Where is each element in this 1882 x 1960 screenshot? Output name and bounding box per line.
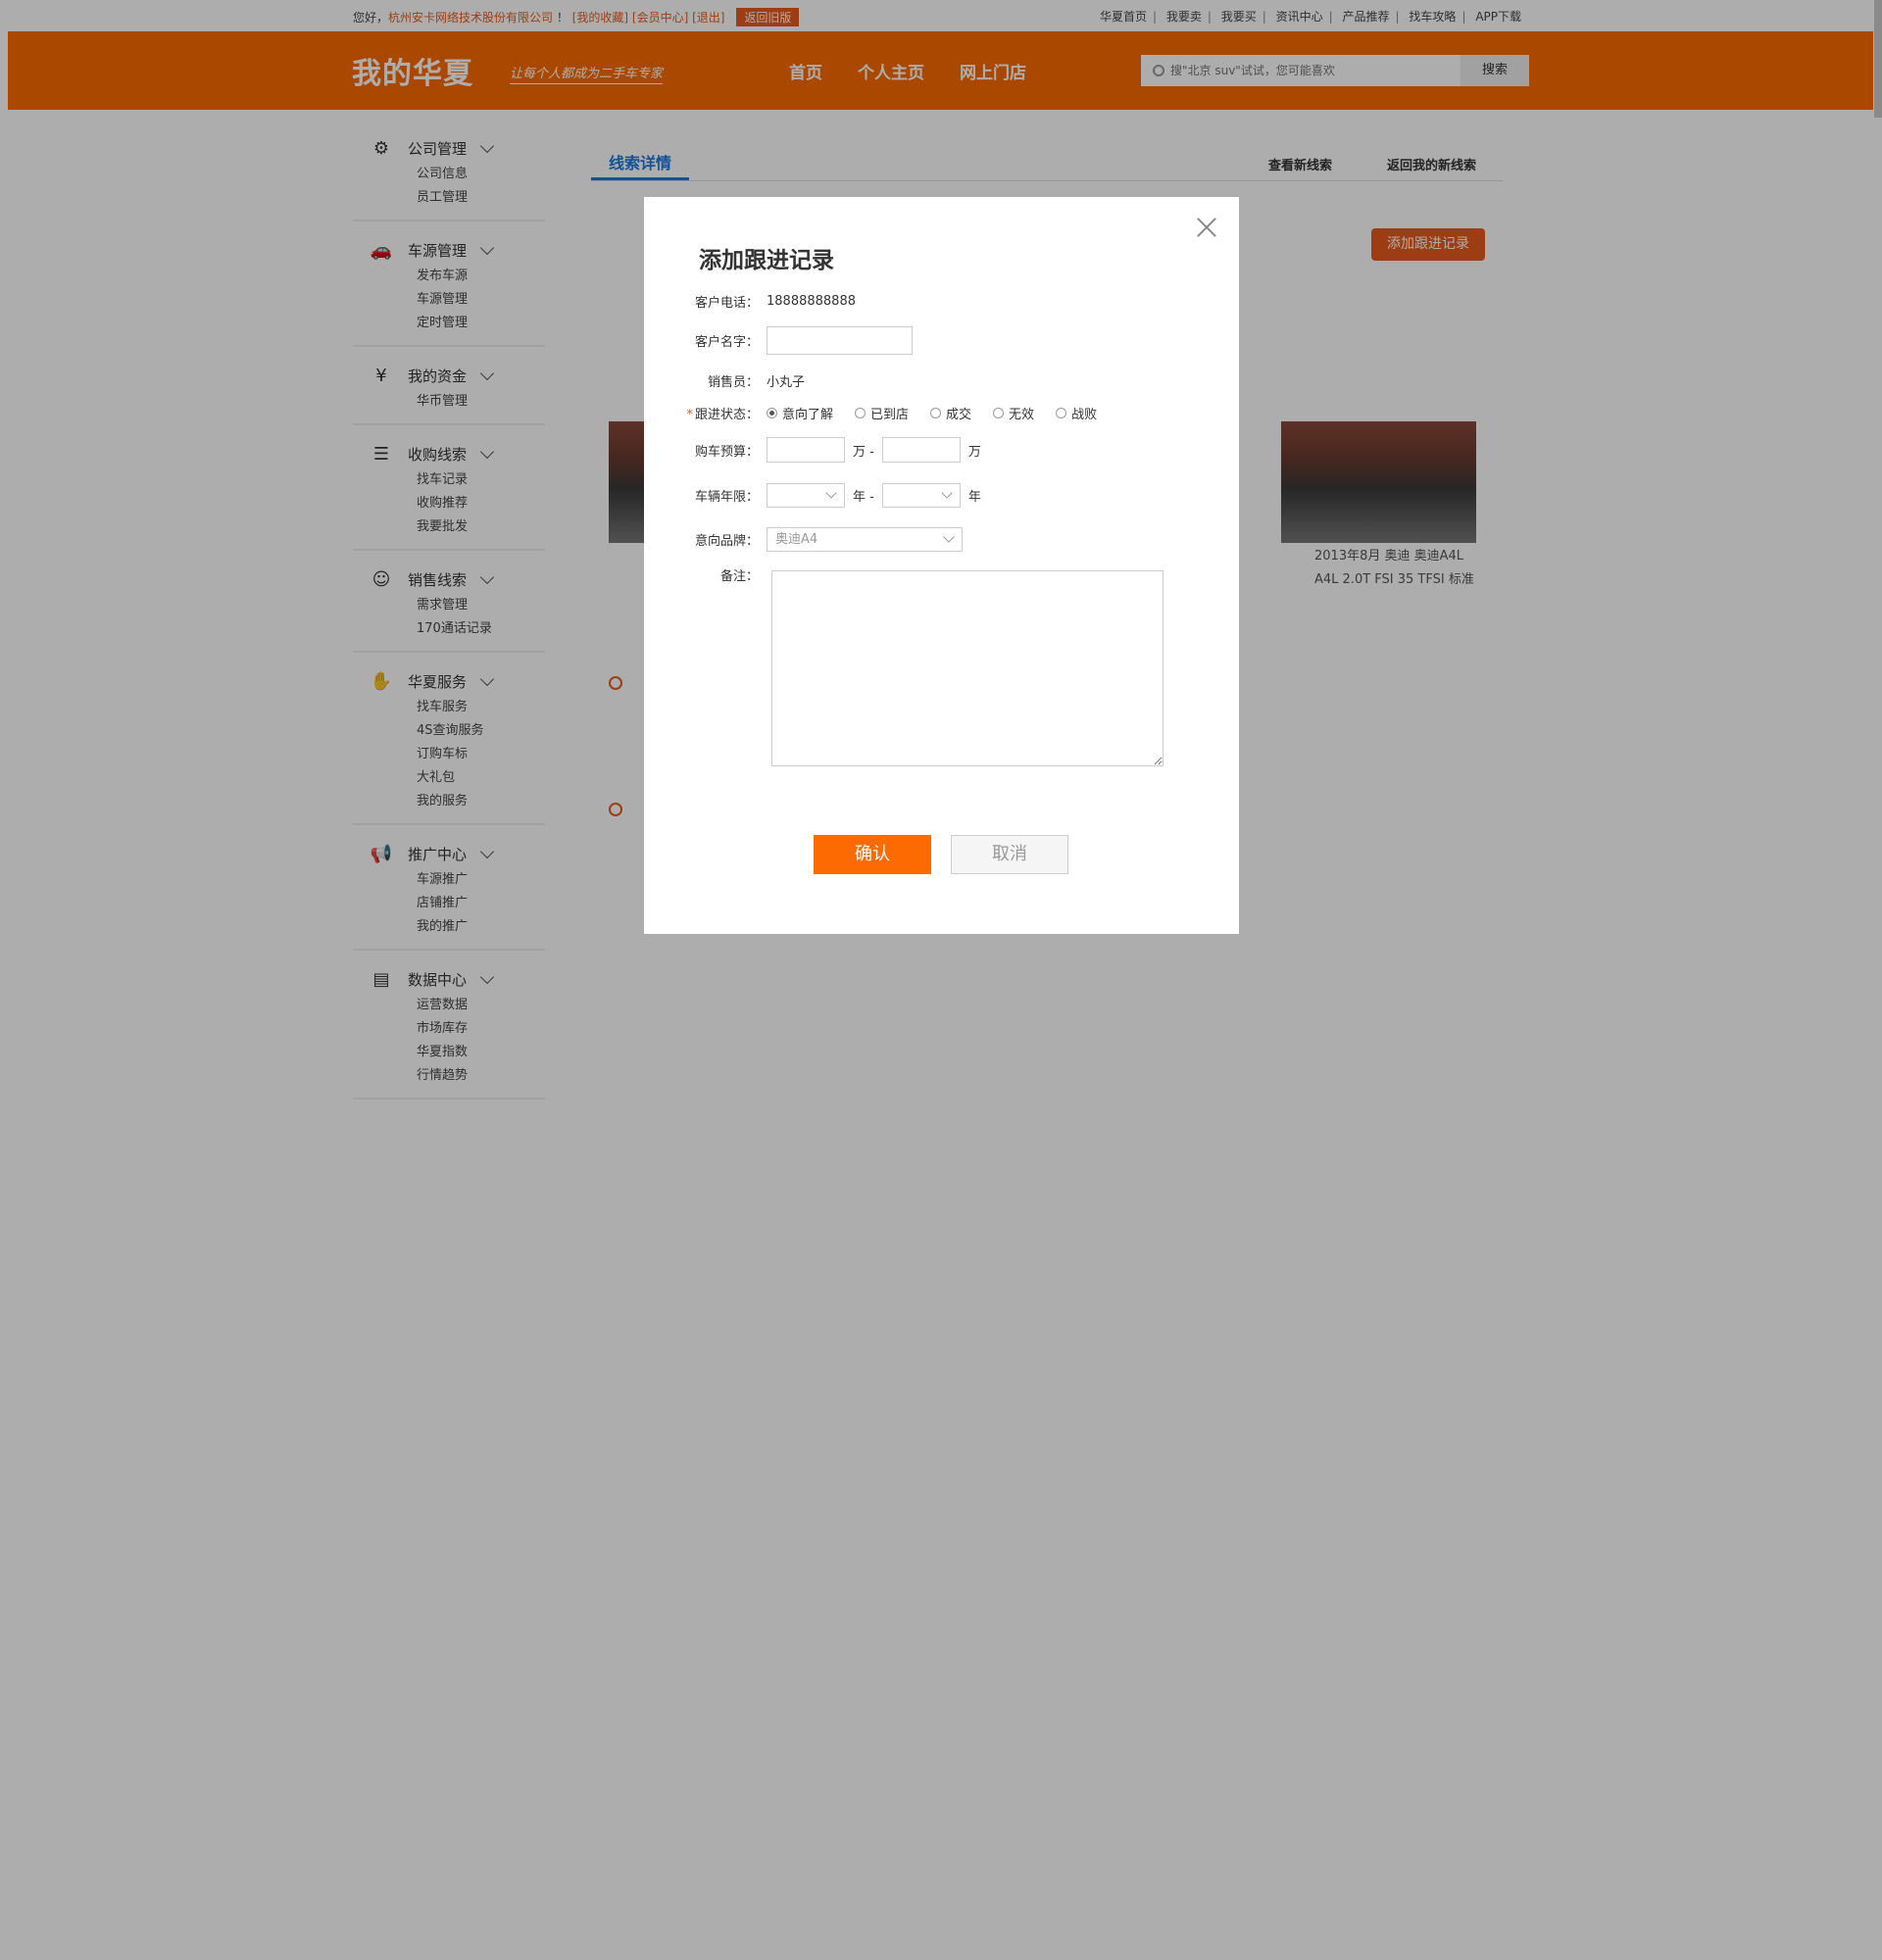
years-unit: 年 - — [853, 490, 874, 505]
year-max-select[interactable] — [881, 483, 961, 508]
budget-row: 购车预算： 万 - 万 — [644, 437, 989, 463]
budget-unit: 万 — [967, 444, 981, 460]
years-unit: 年 — [967, 490, 981, 505]
add-followup-modal: 添加跟进记录 客户电话： 18888888888 客户名字： 销售员： 小丸子 … — [644, 197, 1239, 934]
brand-row: 意向品牌： 奥迪A4 — [644, 527, 963, 552]
radio-invalid[interactable]: 无效 — [993, 404, 1034, 422]
years-row: 车辆年限： 年 - 年 — [644, 483, 989, 508]
sales-row: 销售员： 小丸子 — [644, 371, 805, 390]
budget-max-input[interactable] — [881, 437, 961, 463]
chevron-down-icon — [943, 531, 955, 543]
brand-label: 意向品牌： — [694, 534, 759, 549]
budget-min-input[interactable] — [767, 437, 845, 463]
cancel-button[interactable]: 取消 — [951, 835, 1068, 874]
note-label: 备注： — [719, 569, 759, 584]
phone-label: 客户电话： — [694, 296, 759, 311]
note-row: 备注： — [644, 565, 767, 584]
phone-value: 18888888888 — [767, 294, 856, 309]
budget-label: 购车预算： — [694, 444, 759, 460]
budget-unit: 万 - — [853, 444, 874, 460]
status-label: * 跟进状态： — [686, 408, 759, 422]
sales-label: 销售员： — [707, 375, 759, 390]
modal-title: 添加跟进记录 — [699, 248, 834, 273]
customer-name-input[interactable] — [767, 326, 913, 355]
status-row: * 跟进状态： 意向了解 已到店 成交 无效 战败 — [644, 404, 1118, 422]
year-min-select[interactable] — [767, 483, 845, 508]
note-textarea[interactable] — [771, 570, 1164, 766]
name-row: 客户名字： — [644, 326, 913, 355]
name-label: 客户名字： — [694, 335, 759, 350]
phone-row: 客户电话： 18888888888 — [644, 292, 856, 311]
close-icon[interactable] — [1194, 215, 1219, 240]
chevron-down-icon — [941, 487, 953, 499]
radio-visited[interactable]: 已到店 — [855, 404, 909, 422]
radio-deal[interactable]: 成交 — [930, 404, 971, 422]
sales-value: 小丸子 — [767, 375, 806, 390]
chevron-down-icon — [825, 487, 837, 499]
years-label: 车辆年限： — [694, 490, 759, 505]
required-marker: * — [686, 408, 693, 422]
radio-intent[interactable]: 意向了解 — [767, 404, 833, 422]
brand-select[interactable]: 奥迪A4 — [767, 527, 963, 552]
radio-lost[interactable]: 战败 — [1056, 404, 1097, 422]
confirm-button[interactable]: 确认 — [814, 835, 931, 874]
